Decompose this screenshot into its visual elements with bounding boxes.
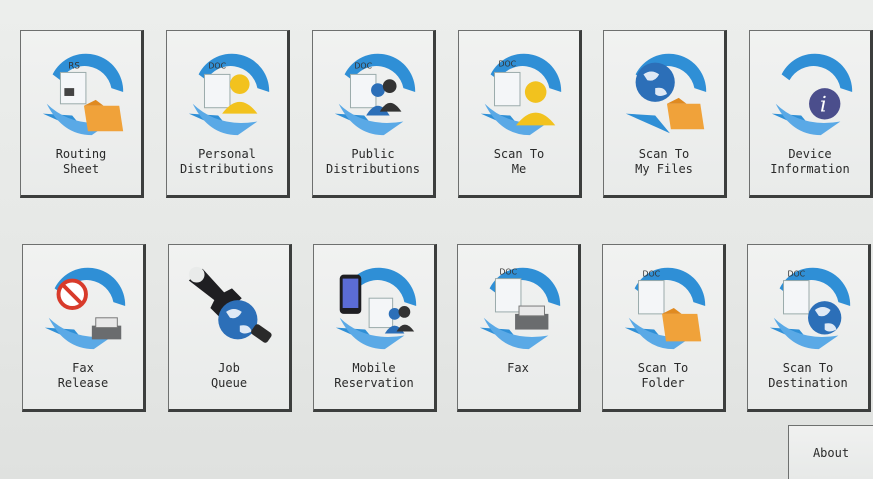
scan-to-destination-icon: DOC (769, 267, 851, 350)
scan-to-me-button[interactable]: DOC Scan To Me (458, 30, 582, 198)
public-distributions-button[interactable]: DOC Public Distributions (312, 30, 436, 198)
svg-text:DOC: DOC (499, 268, 517, 277)
tile-label: Routing Sheet (55, 147, 107, 176)
svg-text:DOC: DOC (787, 270, 805, 279)
mobile-reservation-button[interactable]: Mobile Reservation (313, 244, 437, 412)
personal-distributions-button[interactable]: DOC Personal Distributions (166, 30, 290, 198)
scan-to-my-files-button[interactable]: Scan To My Files (603, 30, 727, 198)
svg-text:i: i (820, 93, 827, 118)
personal-distributions-icon: DOC (188, 53, 270, 136)
tile-label: Mobile Reservation (334, 361, 414, 390)
tile-label: Scan To My Files (635, 147, 693, 176)
routing-sheet-icon: RS (42, 53, 124, 136)
svg-text:RS: RS (68, 62, 80, 72)
mobile-reservation-icon (335, 267, 417, 350)
fax-icon: DOC (479, 268, 561, 350)
tile-label: Scan To Me (493, 147, 545, 176)
scan-to-me-icon: DOC (480, 53, 562, 136)
job-queue-icon (188, 266, 272, 343)
tile-label: Job Queue (210, 361, 248, 390)
tile-label: Fax Release (57, 361, 109, 390)
scan-to-destination-button[interactable]: DOC Scan To Destination (747, 244, 871, 412)
scan-to-folder-icon: DOC (624, 267, 706, 350)
device-information-icon: i (771, 53, 853, 136)
routing-sheet-button[interactable]: RS Routing Sheet (20, 30, 144, 198)
tile-label: Device Information (770, 147, 850, 176)
fax-release-button[interactable]: Fax Release (22, 244, 146, 412)
public-distributions-icon: DOC (334, 53, 416, 136)
svg-text:DOC: DOC (208, 62, 226, 71)
tile-label: Scan To Destination (768, 361, 848, 390)
tile-label: Scan To Folder (637, 361, 689, 390)
tile-label: Public Distributions (326, 147, 420, 176)
tile-label: Personal Distributions (180, 147, 274, 176)
about-button[interactable]: About (788, 425, 873, 479)
touch-panel-screen: RS Routing Sheet DOC Personal Distributi… (0, 0, 873, 479)
job-queue-button[interactable]: Job Queue (168, 244, 292, 412)
fax-button[interactable]: DOC Fax (457, 244, 581, 412)
fax-release-icon (44, 267, 126, 350)
svg-text:DOC: DOC (642, 270, 660, 279)
svg-text:DOC: DOC (498, 60, 516, 69)
tile-label: Fax (507, 361, 529, 375)
scan-to-my-files-icon (625, 53, 707, 134)
scan-to-folder-button[interactable]: DOC Scan To Folder (602, 244, 726, 412)
svg-text:DOC: DOC (354, 62, 372, 71)
device-information-button[interactable]: i Device Information (749, 30, 873, 198)
